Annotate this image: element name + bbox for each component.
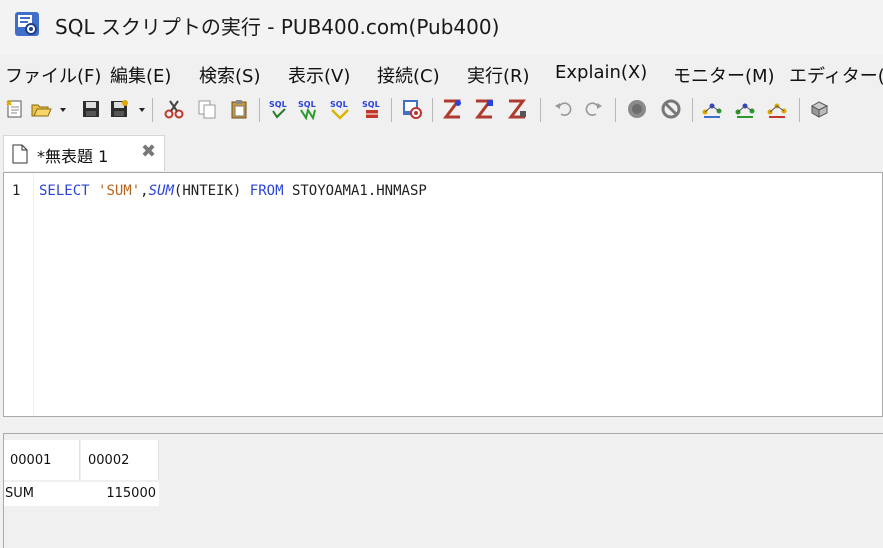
code-line[interactable]: SELECT 'SUM',SUM(HNTEIK) FROM STOYOAMA1.… — [39, 183, 427, 199]
line-number-gutter: 1 — [4, 173, 34, 416]
toolbar-separator — [259, 98, 260, 122]
menu-edit[interactable]: 編集(E) — [110, 62, 171, 88]
run-sql-icon[interactable]: SQL — [268, 98, 290, 120]
toolbar-separator — [152, 98, 153, 122]
toolbar-separator — [432, 98, 433, 122]
menu-bar: ファイル(F) 編集(E) 検索(S) 表示(V) 接続(C) 実行(R) Ex… — [0, 58, 883, 90]
tab-label: *無表題 1 — [37, 147, 109, 166]
cut-icon[interactable] — [163, 98, 185, 120]
toolbar-separator — [391, 98, 392, 122]
toolbar-separator — [615, 98, 616, 122]
menu-file[interactable]: ファイル(F) — [5, 62, 101, 88]
results-grid: 00001 00002 SUM 115000 — [3, 433, 883, 548]
menu-view[interactable]: 表示(V) — [288, 62, 350, 88]
menu-connect[interactable]: 接続(C) — [377, 62, 440, 88]
table-cell[interactable]: 115000 — [81, 482, 159, 506]
menu-monitor[interactable]: モニター(M) — [673, 62, 775, 88]
sql-editor[interactable]: 1 SELECT 'SUM',SUM(HNTEIK) FROM STOYOAMA… — [3, 172, 883, 417]
table-name: STOYOAMA1.HNMASP — [291, 183, 427, 199]
connection-icon[interactable] — [401, 98, 423, 120]
open-icon[interactable] — [30, 98, 52, 120]
toolbar-separator — [540, 98, 541, 122]
comma: , — [140, 183, 149, 199]
paste-icon[interactable] — [228, 98, 250, 120]
toolbar-separator — [692, 98, 693, 122]
run-selected-icon[interactable]: SQL — [361, 98, 383, 120]
redo-icon[interactable] — [582, 98, 604, 120]
function-sum: SUM — [148, 183, 174, 199]
monitor-start-icon[interactable] — [734, 98, 756, 120]
save-icon[interactable] — [80, 98, 102, 120]
stop-icon[interactable] — [626, 98, 648, 120]
save-dropdown-icon[interactable] — [131, 98, 145, 120]
title-bar: SQL スクリプトの実行 - PUB400.com(Pub400) — [0, 0, 883, 54]
column-header[interactable]: 00001 — [4, 440, 80, 480]
new-script-icon[interactable] — [4, 98, 26, 120]
undo-icon[interactable] — [553, 98, 575, 120]
explain-visual-icon[interactable] — [473, 98, 495, 120]
open-dropdown-icon[interactable] — [52, 98, 66, 120]
monitor-icon[interactable] — [701, 98, 723, 120]
svg-text:SQL: SQL — [362, 100, 380, 109]
keyword-select: SELECT — [39, 183, 90, 199]
svg-text:SQL: SQL — [298, 100, 316, 109]
print-icon[interactable] — [808, 98, 830, 120]
keyword-from: FROM — [249, 183, 284, 199]
close-tab-icon[interactable]: ✖ — [141, 141, 156, 162]
toolbar-separator — [799, 98, 800, 122]
window-title: SQL スクリプトの実行 - PUB400.com(Pub400) — [55, 15, 500, 39]
function-args: (HNTEIK) — [173, 183, 242, 199]
cancel-icon[interactable] — [660, 98, 682, 120]
menu-explain[interactable]: Explain(X) — [555, 62, 647, 83]
line-number: 1 — [12, 183, 21, 199]
menu-search[interactable]: 検索(S) — [199, 62, 260, 88]
string-literal: 'SUM' — [98, 183, 141, 199]
explain-stop-icon[interactable] — [506, 98, 528, 120]
run-from-icon[interactable]: SQL — [329, 98, 351, 120]
tab-untitled-1[interactable]: *無表題 1 ✖ — [3, 135, 165, 171]
sql-script-app-icon — [15, 12, 39, 36]
monitor-stop-icon[interactable] — [766, 98, 788, 120]
svg-text:SQL: SQL — [269, 100, 287, 109]
svg-text:SQL: SQL — [330, 100, 348, 109]
table-cell[interactable]: SUM — [4, 482, 81, 506]
run-all-icon[interactable]: SQL — [297, 98, 319, 120]
explain-icon[interactable] — [441, 98, 463, 120]
copy-icon[interactable] — [196, 98, 218, 120]
pane-splitter[interactable] — [0, 417, 883, 433]
menu-run[interactable]: 実行(R) — [467, 62, 530, 88]
column-header[interactable]: 00002 — [81, 440, 159, 480]
document-icon — [12, 144, 28, 164]
menu-editor[interactable]: エディター(E) — [789, 62, 883, 88]
toolbar: SQL SQL SQL SQL — [0, 94, 883, 128]
save-as-icon[interactable] — [108, 98, 130, 120]
